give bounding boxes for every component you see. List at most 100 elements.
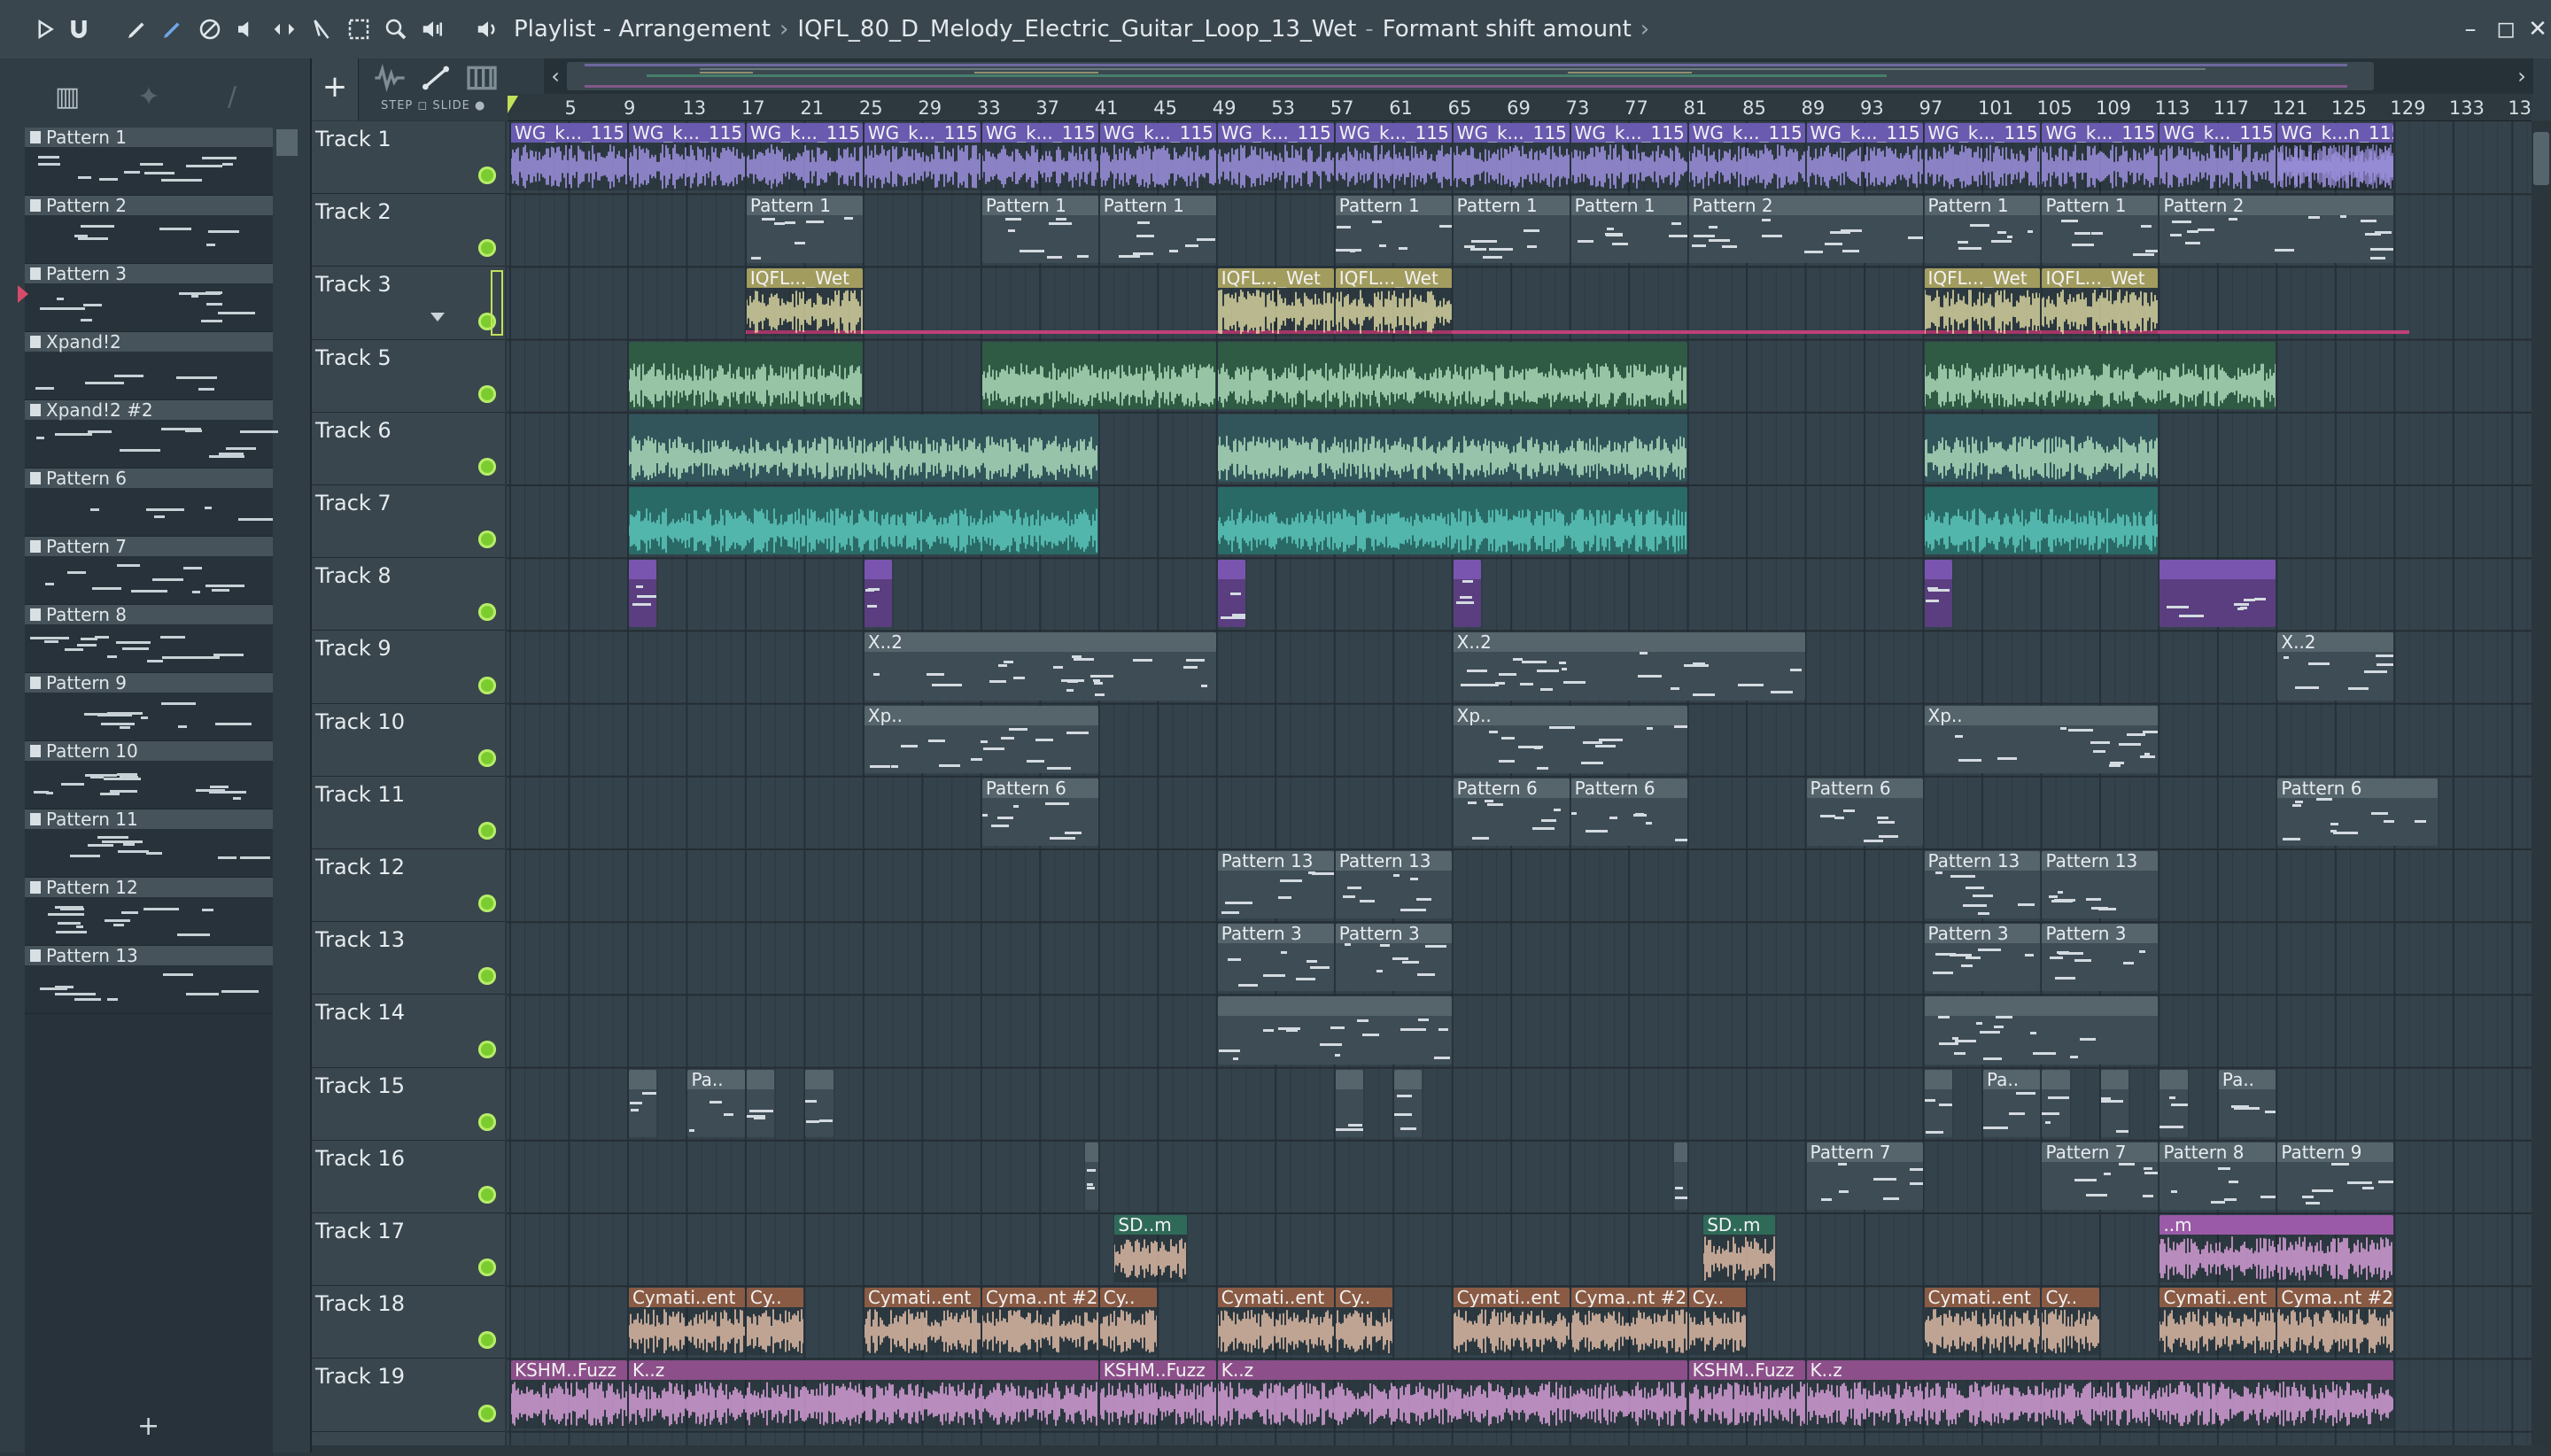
- clip[interactable]: Cymati..ent: [1453, 1288, 1570, 1356]
- clip[interactable]: Pattern 9: [2277, 1142, 2394, 1210]
- track-mute-led[interactable]: [478, 1404, 496, 1422]
- clip[interactable]: IQFL..._Wet: [746, 268, 863, 337]
- track-mute-led[interactable]: [478, 167, 496, 185]
- track-header[interactable]: Track 15: [312, 1068, 505, 1141]
- pattern-list-item[interactable]: Pattern 9: [25, 672, 273, 741]
- clip[interactable]: Cy..: [746, 1288, 804, 1356]
- clip[interactable]: Pattern 1: [1453, 196, 1570, 264]
- track-mute-led[interactable]: [478, 821, 496, 840]
- clip[interactable]: Pa..: [687, 1069, 745, 1137]
- clip[interactable]: [1217, 560, 1245, 628]
- clip[interactable]: [1085, 1142, 1098, 1210]
- scroll-right-icon[interactable]: ›: [2510, 58, 2533, 94]
- track-header[interactable]: Track 10: [312, 704, 505, 777]
- pattern-list-item[interactable]: Pattern 12: [25, 877, 273, 946]
- clip[interactable]: Cyma..nt #2: [981, 1288, 1098, 1356]
- clip[interactable]: [1217, 487, 1687, 555]
- clip[interactable]: [864, 560, 893, 628]
- delete-icon[interactable]: [193, 12, 227, 46]
- clip[interactable]: K..z: [1217, 1360, 1687, 1429]
- track-header[interactable]: Track 1: [312, 121, 505, 195]
- curve-icon[interactable]: ∕: [213, 78, 252, 117]
- slice-icon[interactable]: [305, 12, 338, 46]
- pattern-list-item[interactable]: Pattern 13: [25, 945, 273, 1014]
- pattern-list-item[interactable]: Pattern 7: [25, 536, 273, 605]
- pattern-list-item[interactable]: Xpand!2 #2: [25, 399, 278, 469]
- zoom-icon[interactable]: [379, 12, 413, 46]
- clip[interactable]: WG_k..._115: [2042, 123, 2159, 191]
- track-mute-led[interactable]: [478, 1112, 496, 1131]
- clip[interactable]: K..z: [628, 1360, 1098, 1429]
- clip[interactable]: [1335, 1069, 1363, 1137]
- add-pattern-button[interactable]: +: [137, 1411, 159, 1442]
- clip[interactable]: [981, 341, 1216, 409]
- track-mute-led[interactable]: [478, 895, 496, 913]
- track-mute-led[interactable]: [478, 748, 496, 767]
- clip[interactable]: Pattern 6: [1453, 778, 1570, 846]
- clip[interactable]: [628, 1069, 657, 1137]
- timeline-ruler[interactable]: 5 9 13 17 21 25 29 33 37 41 45 49 53 57 61 65 69 73 77 81 85…: [508, 94, 2532, 121]
- clip[interactable]: [628, 341, 863, 409]
- clip[interactable]: WG_k...n_115: [2277, 123, 2394, 191]
- clip[interactable]: Xp..: [1924, 705, 2159, 773]
- clip[interactable]: WG_k..._115: [1570, 123, 1687, 191]
- clip[interactable]: Cymati..ent: [864, 1288, 981, 1356]
- track-mute-led[interactable]: [478, 1331, 496, 1350]
- clip[interactable]: [628, 414, 1098, 482]
- piano-roll-icon[interactable]: [464, 60, 500, 96]
- clip[interactable]: [1924, 487, 2159, 555]
- minimize-icon[interactable]: –: [2455, 14, 2485, 44]
- clip[interactable]: Cymati..ent: [1217, 1288, 1334, 1356]
- track-header[interactable]: Track 11: [312, 777, 505, 849]
- clip[interactable]: KSHM..Fuzz: [511, 1360, 627, 1429]
- clip[interactable]: K..z: [1806, 1360, 2394, 1429]
- select-icon[interactable]: [342, 12, 376, 46]
- clip[interactable]: [1924, 1069, 1952, 1137]
- clip[interactable]: WG_k..._115: [1099, 123, 1216, 191]
- track-header[interactable]: Track 12: [312, 849, 505, 923]
- track-header[interactable]: Track 6: [312, 413, 505, 485]
- clip[interactable]: Cyma..nt #2: [2277, 1288, 2394, 1356]
- clip[interactable]: Pattern 1: [2042, 196, 2159, 264]
- mute-icon[interactable]: [230, 12, 264, 46]
- automation-curve-icon[interactable]: [418, 60, 454, 96]
- clip[interactable]: Pattern 3: [1217, 924, 1334, 992]
- clip[interactable]: WG_k..._115: [1806, 123, 1923, 191]
- clip[interactable]: [1924, 996, 2159, 1065]
- clip[interactable]: Pattern 1: [981, 196, 1098, 264]
- pattern-list-item[interactable]: Pattern 1: [25, 127, 273, 196]
- pattern-list-item[interactable]: Pattern 11: [25, 809, 273, 878]
- clip[interactable]: Pattern 3: [1924, 924, 2041, 992]
- clip[interactable]: [1217, 414, 1687, 482]
- clip[interactable]: SD..m: [1703, 1215, 1776, 1283]
- track-header[interactable]: Track 5: [312, 340, 505, 413]
- track-header[interactable]: Track 7: [312, 485, 505, 559]
- clip[interactable]: WG_k..._115: [981, 123, 1098, 191]
- clip[interactable]: Pattern 7: [2042, 1142, 2159, 1210]
- track-header[interactable]: Track 14: [312, 995, 505, 1068]
- playhead-marker[interactable]: [508, 96, 518, 113]
- close-icon[interactable]: ✕: [2523, 14, 2551, 44]
- vertical-scrollbar[interactable]: [2532, 121, 2551, 1445]
- playlist-grid[interactable]: WG_k..._115 WG_k..._115 WG_k..._115 WG_k...…: [507, 121, 2532, 1445]
- clip[interactable]: Pa..: [1983, 1069, 2041, 1137]
- track-mute-led[interactable]: [478, 1040, 496, 1058]
- clip[interactable]: Cy..: [1099, 1288, 1158, 1356]
- clip[interactable]: Pattern 1: [746, 196, 863, 264]
- clip[interactable]: ..m: [2159, 1215, 2394, 1283]
- track-mute-led[interactable]: [478, 384, 496, 403]
- clip[interactable]: KSHM..Fuzz: [1688, 1360, 1805, 1429]
- speaker-icon[interactable]: [416, 12, 450, 46]
- clip[interactable]: WG_k..._115: [746, 123, 863, 191]
- pattern-list-item[interactable]: Pattern 2: [25, 195, 273, 264]
- clip[interactable]: WG_k..._115: [628, 123, 745, 191]
- track-mute-led[interactable]: [478, 676, 496, 694]
- overview-scrollbar[interactable]: ‹ ›: [544, 58, 2533, 94]
- clip[interactable]: Pattern 6: [2277, 778, 2439, 846]
- clip[interactable]: Pattern 1: [1924, 196, 2041, 264]
- clip[interactable]: X..2: [2277, 632, 2394, 701]
- maximize-icon[interactable]: ◻: [2491, 14, 2521, 44]
- clip[interactable]: [1924, 414, 2159, 482]
- pattern-list-item[interactable]: Pattern 10: [25, 740, 273, 809]
- clip[interactable]: Pattern 3: [1335, 924, 1452, 992]
